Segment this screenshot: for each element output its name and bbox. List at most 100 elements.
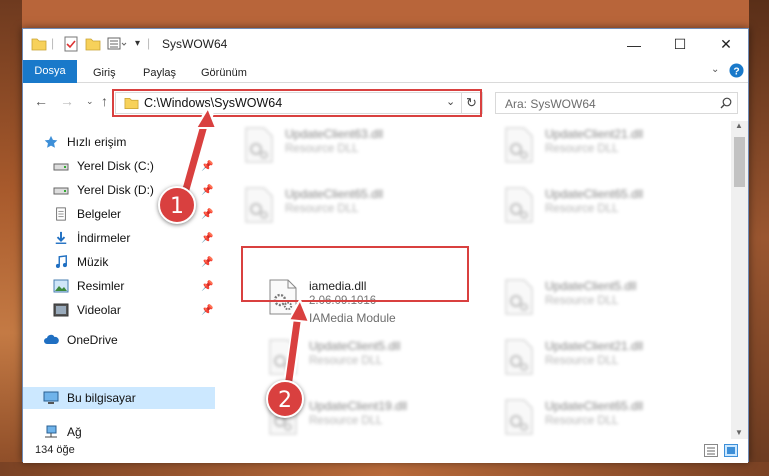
ribbon-tabs: Dosya Giriş Paylaş Görünüm ⌄ ?	[23, 60, 748, 83]
sidebar-item-pictures[interactable]: Resimler 📌	[23, 275, 215, 297]
file-name: UpdateClient19.dll	[309, 399, 408, 413]
file-item[interactable]: UpdateClient21.dll Resource DLL	[501, 123, 711, 177]
new-folder-icon[interactable]	[85, 36, 101, 52]
desktop-background-bottom	[0, 462, 769, 476]
pin-icon[interactable]: 📌	[201, 185, 213, 196]
close-button[interactable]: ✕	[703, 29, 749, 60]
file-item[interactable]: UpdateClient5.dll Resource DLL	[265, 335, 475, 389]
file-item[interactable]: UpdateClient65.dll Resource DLL	[241, 183, 451, 237]
sidebar-item-label: Ağ	[67, 425, 82, 439]
step-marker-2: 2	[266, 380, 304, 418]
file-item[interactable]: UpdateClient65.dll Resource DLL	[501, 395, 711, 439]
tab-home[interactable]: Giriş	[85, 63, 124, 83]
file-description: Resource DLL	[285, 143, 359, 155]
sidebar-item-label: Müzik	[77, 255, 109, 269]
status-bar: 134 öğe	[23, 439, 748, 463]
title-bar: | ▾ | SysWOW64 — ☐ ✕	[23, 29, 748, 60]
up-arrow-icon[interactable]: ↑	[101, 93, 108, 109]
file-name: UpdateClient21.dll	[545, 127, 644, 141]
forward-arrow-icon[interactable]: →	[60, 93, 74, 109]
explorer-window: | ▾ | SysWOW64 — ☐ ✕ Dosya Giriş Paylaş …	[22, 28, 749, 463]
file-highlight-box	[241, 246, 469, 302]
sidebar-item-local-disk-c[interactable]: Yerel Disk (C:) 📌	[23, 155, 215, 177]
sidebar-item-label: Yerel Disk (D:)	[77, 183, 154, 197]
sidebar-item-label: İndirmeler	[77, 231, 131, 245]
sidebar-item-downloads[interactable]: İndirmeler 📌	[23, 227, 215, 249]
minimize-button[interactable]: —	[611, 29, 657, 60]
details-view-icon[interactable]	[704, 444, 718, 457]
scroll-down-icon[interactable]: ▼	[735, 428, 743, 437]
back-arrow-icon[interactable]: ←	[34, 93, 48, 109]
file-item[interactable]: UpdateClient5.dll Resource DLL	[501, 275, 711, 329]
file-name: UpdateClient65.dll	[545, 187, 644, 201]
pin-icon[interactable]: 📌	[201, 257, 213, 268]
file-name: UpdateClient63.dll	[285, 127, 384, 141]
file-name: UpdateClient21.dll	[545, 339, 644, 353]
file-name: UpdateClient5.dll	[545, 279, 637, 293]
file-description: Resource DLL	[545, 143, 619, 155]
step-marker-1: 1	[158, 186, 196, 224]
sidebar-item-onedrive[interactable]: OneDrive	[23, 329, 215, 351]
recent-locations-icon[interactable]: ⌄	[86, 96, 94, 107]
quick-access-dropdown-icon[interactable]: ▾	[135, 38, 140, 54]
search-icon	[720, 97, 732, 109]
separator: |	[147, 36, 151, 50]
customize-toolbar-icon[interactable]	[107, 36, 127, 52]
scroll-up-icon[interactable]: ▲	[735, 121, 743, 130]
file-item[interactable]: UpdateClient63.dll Resource DLL	[241, 123, 451, 177]
maximize-button[interactable]: ☐	[657, 29, 703, 60]
videos-icon	[53, 303, 69, 317]
sidebar-item-videos[interactable]: Videolar 📌	[23, 299, 215, 321]
dll-file-icon	[245, 187, 273, 223]
vertical-scrollbar[interactable]: ▲ ▼	[731, 121, 748, 439]
navigation-pane: Hızlı erişim Yerel Disk (C:) 📌 Yerel Dis…	[23, 121, 215, 439]
sidebar-item-quick-access[interactable]: Hızlı erişim	[23, 131, 215, 153]
pin-icon[interactable]: 📌	[201, 209, 213, 220]
pin-icon[interactable]: 📌	[201, 281, 213, 292]
file-description: Resource DLL	[545, 415, 619, 427]
sidebar-item-label: Yerel Disk (C:)	[77, 159, 154, 173]
desktop-background-left	[0, 0, 22, 476]
sidebar-item-music[interactable]: Müzik 📌	[23, 251, 215, 273]
minimize-icon: —	[627, 36, 641, 53]
window-title: SysWOW64	[162, 37, 228, 51]
pin-icon[interactable]: 📌	[201, 161, 213, 172]
address-highlight-box	[112, 89, 482, 117]
search-placeholder: Ara: SysWOW64	[505, 97, 596, 111]
properties-icon[interactable]	[63, 36, 79, 52]
help-icon[interactable]: ?	[729, 63, 744, 78]
dll-file-icon	[245, 127, 273, 163]
expand-ribbon-icon[interactable]: ⌄	[711, 64, 719, 75]
sidebar-item-label: Videolar	[77, 303, 121, 317]
tab-share[interactable]: Paylaş	[135, 63, 184, 83]
sidebar-item-label: Resimler	[77, 279, 125, 293]
dll-file-icon	[505, 127, 533, 163]
tab-file[interactable]: Dosya	[23, 60, 77, 83]
dll-file-icon	[505, 339, 533, 375]
scrollbar-thumb[interactable]	[734, 137, 745, 187]
file-item[interactable]: UpdateClient21.dll Resource DLL	[501, 335, 711, 389]
dll-file-icon	[269, 339, 297, 375]
file-description: Resource DLL	[545, 203, 619, 215]
sidebar-item-this-pc[interactable]: Bu bilgisayar	[23, 387, 215, 409]
svg-text:?: ?	[733, 66, 739, 77]
tiles-view-icon[interactable]	[724, 444, 738, 457]
file-description: IAMedia Module	[309, 311, 396, 325]
music-icon	[55, 255, 67, 268]
pin-icon[interactable]: 📌	[201, 233, 213, 244]
pictures-icon	[53, 279, 69, 293]
network-icon	[45, 425, 57, 438]
file-item[interactable]: UpdateClient65.dll Resource DLL	[501, 183, 711, 237]
star-icon	[44, 135, 58, 148]
pin-icon[interactable]: 📌	[201, 305, 213, 316]
search-input[interactable]: Ara: SysWOW64	[495, 92, 738, 114]
item-count: 134 öğe	[35, 444, 75, 456]
file-name: UpdateClient65.dll	[285, 187, 384, 201]
close-icon: ✕	[720, 36, 732, 52]
tab-view[interactable]: Görünüm	[193, 63, 255, 83]
desktop-background-right	[749, 0, 769, 476]
file-description: Resource DLL	[545, 295, 619, 307]
separator: |	[51, 36, 55, 50]
drive-icon	[53, 187, 69, 195]
file-description: Resource DLL	[309, 415, 383, 427]
